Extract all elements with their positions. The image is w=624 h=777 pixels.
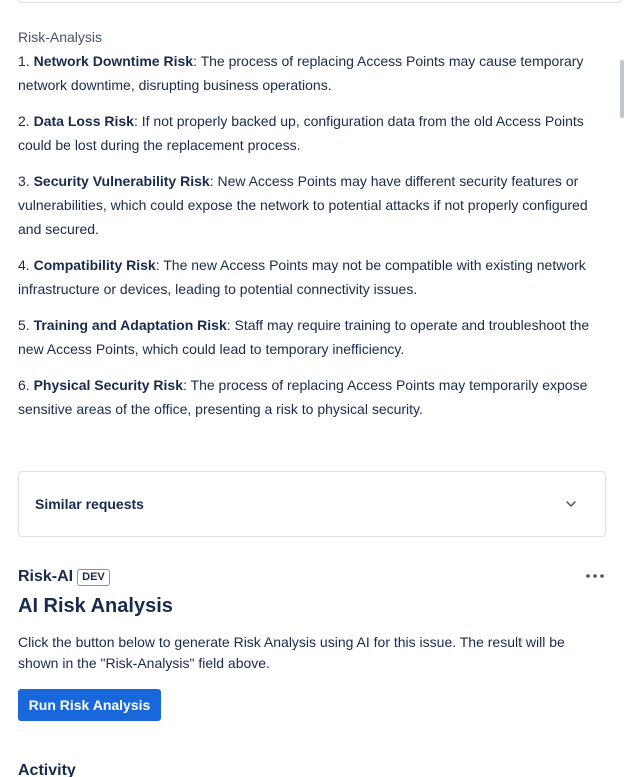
risk-number: 3. <box>18 173 30 189</box>
similar-requests-title: Similar requests <box>35 496 144 512</box>
risk-analysis-field-label: Risk-Analysis <box>18 29 103 45</box>
activity-heading: Activity <box>18 762 76 777</box>
risk-number: 1. <box>18 53 30 69</box>
risk-analysis-content: 1. Network Downtime Risk: The process of… <box>18 49 603 433</box>
risk-title: Security Vulnerability Risk <box>33 173 210 189</box>
ai-risk-analysis-title: AI Risk Analysis <box>18 595 173 617</box>
risk-number: 2. <box>18 113 30 129</box>
app-header: Risk-AI DEV <box>18 566 110 588</box>
risk-item: 6. Physical Security Risk: The process o… <box>18 373 603 421</box>
app-name: Risk-AI <box>18 568 74 585</box>
risk-title: Compatibility Risk <box>33 257 156 273</box>
risk-item: 5. Training and Adaptation Risk: Staff m… <box>18 313 603 361</box>
previous-field-box <box>18 0 622 3</box>
risk-title: Network Downtime Risk <box>33 53 194 69</box>
risk-title: Data Loss Risk <box>33 113 134 129</box>
scrollbar[interactable] <box>620 60 624 118</box>
risk-item: 2. Data Loss Risk: If not properly backe… <box>18 109 603 157</box>
risk-number: 5. <box>18 317 30 333</box>
risk-item: 4. Compatibility Risk: The new Access Po… <box>18 253 603 301</box>
similar-requests-panel[interactable]: Similar requests <box>18 471 606 537</box>
risk-title: Training and Adaptation Risk <box>33 317 227 333</box>
dev-badge: DEV <box>77 568 110 586</box>
risk-item: 1. Network Downtime Risk: The process of… <box>18 49 603 97</box>
more-icon[interactable] <box>584 569 606 583</box>
risk-item: 3. Security Vulnerability Risk: New Acce… <box>18 169 603 241</box>
chevron-down-icon[interactable] <box>565 498 577 510</box>
ai-risk-analysis-description: Click the button below to generate Risk … <box>18 634 565 671</box>
issue-detail-panel: Risk-Analysis 1. Network Downtime Risk: … <box>0 0 624 777</box>
run-risk-analysis-button[interactable]: Run Risk Analysis <box>18 689 161 721</box>
risk-number: 6. <box>18 377 30 393</box>
risk-number: 4. <box>18 257 30 273</box>
risk-title: Physical Security Risk <box>33 377 183 393</box>
